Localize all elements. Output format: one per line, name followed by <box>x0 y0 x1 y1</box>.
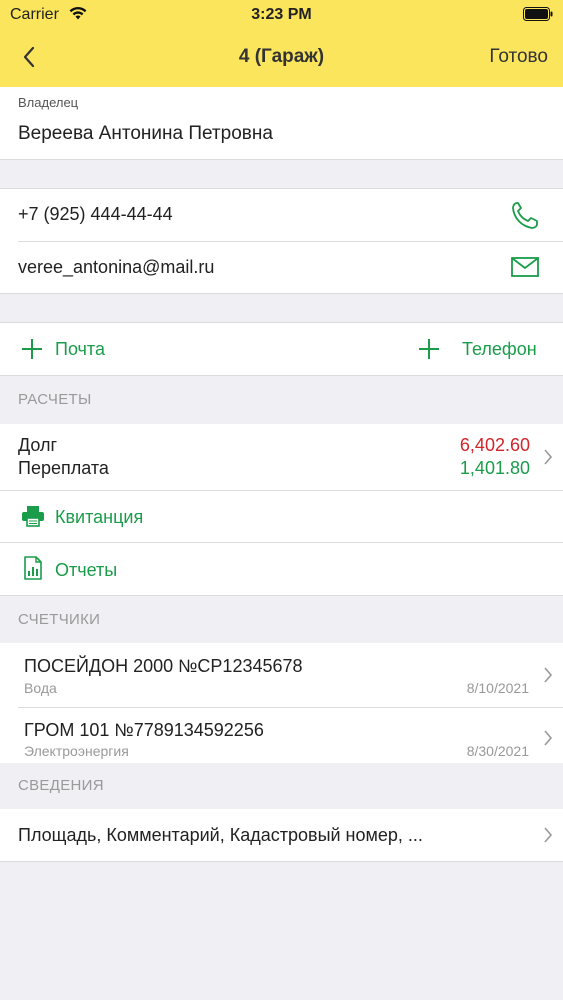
info-summary: Площадь, Комментарий, Кадастровый номер,… <box>18 825 423 845</box>
overpay-value: 1,401.80 <box>459 458 530 478</box>
debt-label: Долг <box>18 435 58 455</box>
receipt-row[interactable]: Квитанция <box>0 491 563 542</box>
debt-value: 6,402.60 <box>459 435 530 455</box>
meters-section-title: СЧЕТЧИКИ <box>18 611 101 628</box>
add-contact-section: Почта Телефон <box>0 323 563 375</box>
phone-row[interactable]: +7 (925) 444-44-44 <box>0 189 563 241</box>
battery-icon <box>523 7 553 26</box>
email-address: veree_antonina@mail.ru <box>18 257 215 277</box>
plus-icon <box>418 338 440 365</box>
owner-section: Владелец Вереева Антонина Петровна <box>0 87 563 159</box>
chevron-right-icon <box>543 827 553 848</box>
chevron-right-icon <box>543 667 553 688</box>
clock: 3:23 PM <box>251 6 312 23</box>
add-email-button[interactable]: Почта <box>0 323 200 375</box>
balance-row[interactable]: Долг Переплата 6,402.60 1,401.80 <box>0 424 563 490</box>
info-section: Площадь, Комментарий, Кадастровый номер,… <box>0 809 563 861</box>
meter-date: 8/10/2021 <box>466 680 529 696</box>
printer-icon <box>21 505 45 532</box>
reports-row[interactable]: Отчеты <box>0 543 563 595</box>
nav-bar: 4 (Гараж) Готово <box>0 30 563 87</box>
meter-name: ГРОМ 101 №7789134592256 <box>24 720 264 740</box>
info-row[interactable]: Площадь, Комментарий, Кадастровый номер,… <box>0 809 563 861</box>
meter-item[interactable]: ПОСЕЙДОН 2000 №СР12345678 Вода 8/10/2021 <box>0 643 563 707</box>
meter-date: 8/30/2021 <box>466 743 529 759</box>
divider <box>0 375 563 376</box>
payments-section-title: РАСЧЕТЫ <box>18 391 92 408</box>
meter-type: Электроэнергия <box>24 743 129 759</box>
receipt-label: Квитанция <box>55 507 144 527</box>
status-bar: Carrier 3:23 PM <box>0 0 563 30</box>
info-section-title: СВЕДЕНИЯ <box>18 777 104 794</box>
divider <box>0 595 563 596</box>
owner-label: Владелец <box>18 95 79 110</box>
meter-item[interactable]: ГРОМ 101 №7789134592256 Электроэнергия 8… <box>0 708 563 763</box>
done-button[interactable]: Готово <box>489 46 548 68</box>
divider <box>0 293 563 294</box>
overpay-label: Переплата <box>18 458 109 478</box>
mail-icon[interactable] <box>511 257 539 282</box>
meter-type: Вода <box>24 680 57 696</box>
payments-section: Долг Переплата 6,402.60 1,401.80 Квитанц… <box>0 424 563 595</box>
plus-icon <box>21 338 43 365</box>
email-row[interactable]: veree_antonina@mail.ru <box>0 242 563 293</box>
divider <box>0 159 563 160</box>
add-phone-label: Телефон <box>462 339 537 359</box>
meter-name: ПОСЕЙДОН 2000 №СР12345678 <box>24 656 303 676</box>
chevron-right-icon <box>543 449 553 470</box>
add-email-label: Почта <box>55 339 105 359</box>
header: Carrier 3:23 PM 4 (Гараж) Готово <box>0 0 563 87</box>
phone-number: +7 (925) 444-44-44 <box>18 204 173 224</box>
add-phone-button[interactable]: Телефон <box>400 323 563 375</box>
meters-section: ПОСЕЙДОН 2000 №СР12345678 Вода 8/10/2021… <box>0 643 563 763</box>
divider <box>0 861 563 862</box>
report-document-icon <box>24 556 42 585</box>
phone-icon[interactable] <box>511 200 539 235</box>
page-title: 4 (Гараж) <box>238 46 325 67</box>
contacts-section: +7 (925) 444-44-44 veree_antonina@mail.r… <box>0 189 563 293</box>
owner-name[interactable]: Вереева Антонина Петровна <box>18 123 273 145</box>
reports-label: Отчеты <box>55 560 118 580</box>
chevron-right-icon <box>543 730 553 751</box>
